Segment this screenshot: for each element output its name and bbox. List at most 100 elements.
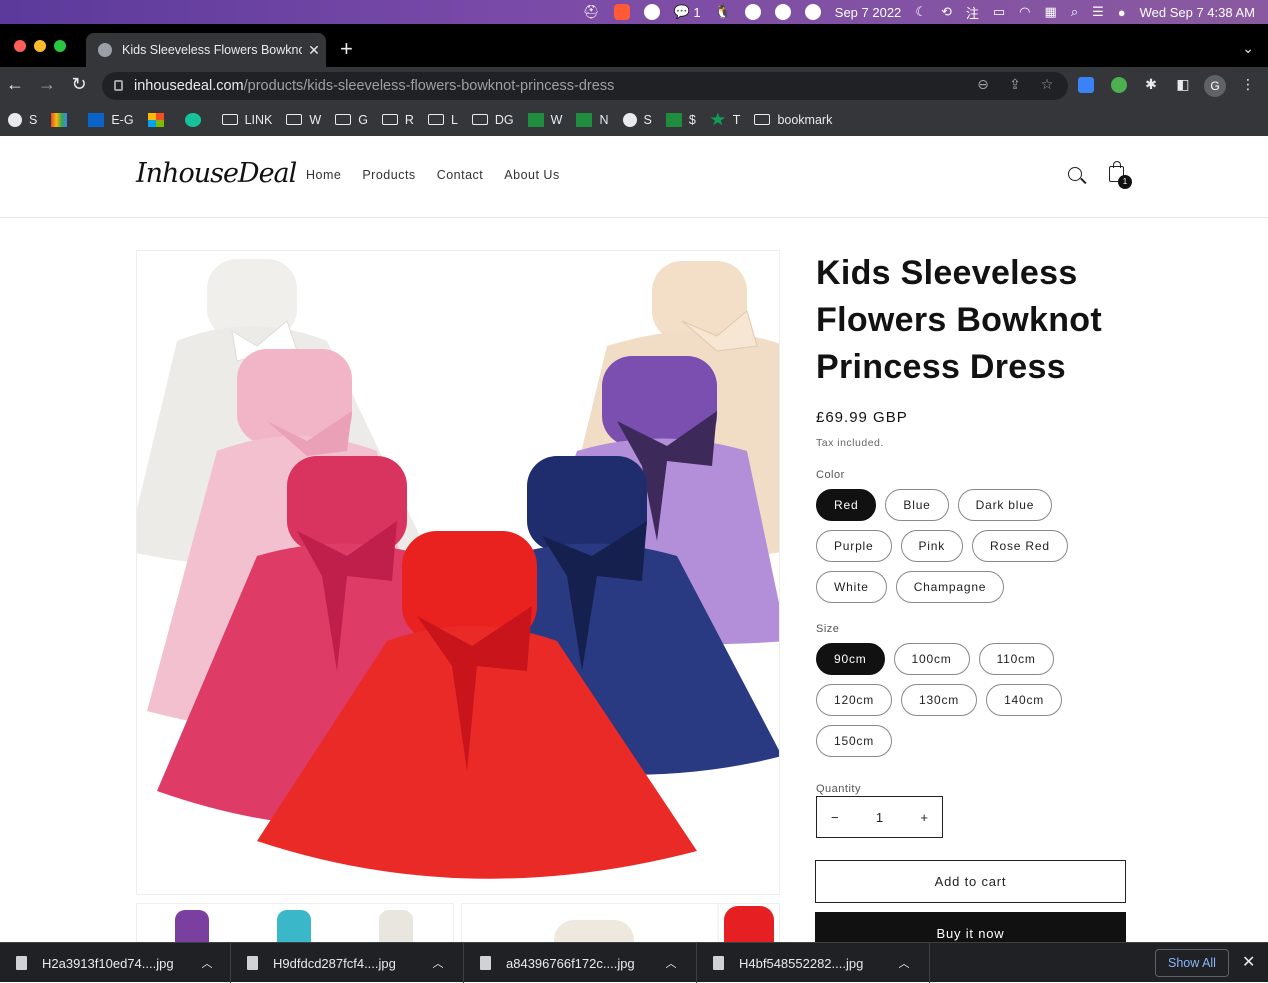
sidepanel-icon[interactable]: ◧	[1173, 76, 1193, 93]
size-option[interactable]: 120cm	[816, 684, 893, 716]
green-extension-icon[interactable]	[1111, 77, 1127, 93]
zoom-window-button[interactable]	[54, 40, 66, 52]
bookmark-star-icon[interactable]: ☆	[1037, 76, 1057, 93]
wifi-icon[interactable]: ◠	[1019, 4, 1030, 20]
browser-tab[interactable]: Kids Sleeveless Flowers Bowknot Princess…	[86, 33, 326, 67]
bookmark-item[interactable]: bookmark	[754, 113, 832, 127]
new-tab-icon[interactable]: +	[340, 38, 353, 60]
viking-app-icon[interactable]: ⛑	[583, 4, 600, 20]
bookmark-item[interactable]: L	[427, 113, 458, 127]
download-item[interactable]: H9dfdcd287fcf4....jpg ︿	[231, 943, 464, 983]
chevron-up-icon[interactable]: ︿	[192, 955, 222, 971]
download-item[interactable]: H4bf548552282....jpg ︿	[697, 943, 930, 983]
download-extension-icon[interactable]	[1078, 77, 1094, 93]
chevron-up-icon[interactable]: ︿	[423, 955, 453, 971]
size-option[interactable]: 110cm	[978, 643, 1054, 675]
product-image[interactable]	[136, 250, 780, 895]
chevron-down-icon[interactable]: ⌄	[1242, 40, 1254, 57]
nav-home[interactable]: Home	[306, 168, 341, 182]
profile-avatar[interactable]: G	[1204, 75, 1226, 97]
minimize-window-button[interactable]	[34, 40, 46, 52]
bookmark-item[interactable]	[147, 112, 171, 127]
size-option[interactable]: 100cm	[893, 643, 970, 675]
control-center-icon[interactable]: ☰	[1092, 4, 1104, 20]
bookmark-item[interactable]: T	[710, 112, 740, 127]
puzzle-icon[interactable]: ✱	[1141, 76, 1161, 93]
bookmark-item[interactable]	[51, 112, 74, 127]
color-option[interactable]: Champagne	[895, 571, 1005, 603]
nav-contact[interactable]: Contact	[437, 168, 484, 182]
bookmark-item[interactable]: DG	[471, 113, 514, 127]
thumbnail-strip[interactable]	[136, 903, 454, 942]
battery-icon[interactable]: ▭	[993, 4, 1005, 20]
qq-icon[interactable]: 🐧	[715, 4, 731, 20]
chevron-up-icon[interactable]: ︿	[889, 955, 919, 971]
bookmark-item[interactable]: $	[665, 112, 696, 127]
moon-icon[interactable]: ☾	[915, 4, 927, 20]
bookmark-item[interactable]: S	[8, 112, 37, 127]
color-option[interactable]: Red	[816, 489, 877, 521]
back-arrow-icon[interactable]: ←	[4, 74, 26, 95]
color-option[interactable]: Pink	[900, 530, 964, 562]
download-item[interactable]: H2a3913f10ed74....jpg ︿	[0, 943, 231, 983]
menubar-date[interactable]: Sep 7 2022	[835, 5, 902, 20]
size-option[interactable]: 150cm	[816, 725, 893, 757]
show-all-downloads-button[interactable]: Show All	[1155, 949, 1229, 977]
todo-icon[interactable]	[744, 4, 761, 20]
folder-icon	[221, 114, 238, 125]
spotlight-icon[interactable]: ⌕	[1071, 4, 1078, 20]
color-option[interactable]: Dark blue	[957, 489, 1053, 521]
bookmark-item[interactable]: G	[335, 113, 368, 127]
line-icon[interactable]	[643, 4, 660, 20]
bookmark-item[interactable]: R	[381, 113, 414, 127]
tax-note: Tax included.	[816, 437, 884, 449]
share-icon[interactable]: ⇪	[1005, 76, 1025, 93]
close-icon[interactable]: ✕	[1242, 952, 1255, 972]
download-item[interactable]: a84396766f172c....jpg ︿	[464, 943, 697, 983]
decrease-quantity-button[interactable]: −	[831, 810, 839, 825]
address-bar[interactable]: inhousedeal.com/products/kids-sleeveless…	[102, 72, 1068, 100]
color-option[interactable]: Rose Red	[972, 530, 1068, 562]
close-tab-icon[interactable]: ✕	[302, 42, 326, 59]
nav-about-us[interactable]: About Us	[504, 168, 559, 182]
buy-now-button[interactable]: Buy it now	[815, 912, 1126, 942]
time-machine-icon[interactable]: ⟲	[941, 4, 952, 20]
color-option[interactable]: Blue	[885, 489, 949, 521]
reload-icon[interactable]: ↻	[68, 74, 90, 95]
app-orange-icon[interactable]	[613, 4, 630, 20]
bookmark-item[interactable]: W	[286, 113, 321, 127]
chat-icon[interactable]	[774, 4, 791, 20]
size-option[interactable]: 130cm	[901, 684, 978, 716]
siri-icon[interactable]: ●	[1118, 5, 1126, 20]
bookmark-item[interactable]	[184, 112, 208, 127]
pointer-icon[interactable]	[804, 4, 821, 20]
increase-quantity-button[interactable]: +	[920, 810, 928, 825]
bookmark-item[interactable]: LINK	[221, 113, 272, 127]
search-icon[interactable]	[1068, 167, 1082, 181]
store-logo[interactable]: InhouseDeal	[136, 158, 297, 189]
bookmark-item[interactable]: N	[576, 112, 609, 127]
close-window-button[interactable]	[14, 40, 26, 52]
bookmark-item[interactable]: W	[527, 112, 562, 127]
thumbnail-strip-2[interactable]	[461, 903, 780, 942]
globe-icon	[98, 43, 112, 57]
chevron-up-icon[interactable]: ︿	[656, 955, 686, 971]
color-option[interactable]: White	[816, 571, 887, 603]
file-icon	[16, 956, 27, 970]
nav-products[interactable]: Products	[362, 168, 415, 182]
forward-arrow-icon[interactable]: →	[36, 74, 58, 95]
bookmark-item[interactable]: E-G	[88, 112, 134, 127]
keyboard-icon[interactable]: ▦	[1045, 4, 1057, 20]
menubar-clock[interactable]: Wed Sep 7 4:38 AM	[1140, 5, 1255, 20]
quantity-input[interactable]: 1	[876, 810, 883, 825]
zoom-icon[interactable]: ⊖	[973, 76, 993, 93]
wechat-icon[interactable]: 💬 1	[674, 4, 701, 20]
add-to-cart-button[interactable]: Add to cart	[815, 860, 1126, 903]
color-option[interactable]: Purple	[816, 530, 892, 562]
size-option[interactable]: 90cm	[816, 643, 885, 675]
input-method-icon[interactable]: 注	[966, 3, 979, 22]
folder-icon	[286, 114, 303, 125]
kebab-menu-icon[interactable]: ⋮	[1238, 76, 1258, 93]
size-option[interactable]: 140cm	[986, 684, 1063, 716]
bookmark-item[interactable]: S	[622, 112, 652, 127]
